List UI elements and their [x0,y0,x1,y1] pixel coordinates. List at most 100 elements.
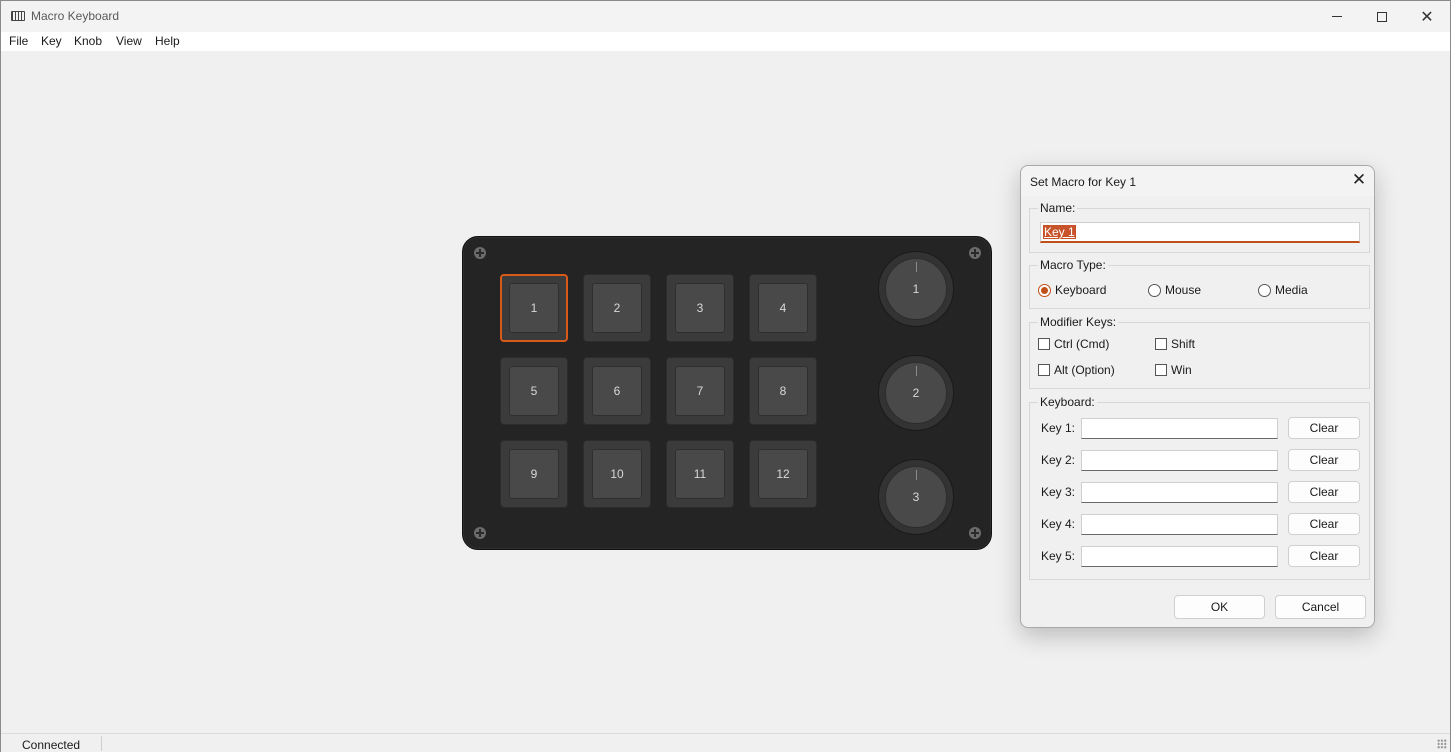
key-button-9[interactable]: 9 [500,440,568,508]
knob-indicator [916,366,917,376]
radio-icon [1258,283,1271,297]
radio-keyboard[interactable]: Keyboard [1038,283,1106,297]
checkbox-icon [1038,364,1050,376]
key-button-2[interactable]: 2 [583,274,651,342]
screw-icon [969,527,981,539]
checkbox-alt[interactable]: Alt (Option) [1038,363,1115,377]
key5-clear-button[interactable]: Clear [1288,545,1360,567]
ok-button[interactable]: OK [1174,595,1265,619]
name-input[interactable]: Key 1 [1040,222,1360,243]
radio-label: Mouse [1165,283,1202,297]
key-button-12[interactable]: 12 [749,440,817,508]
maximize-button[interactable] [1359,1,1405,32]
keyboard-label: Keyboard: [1038,395,1097,409]
dialog-title-bar: Set Macro for Key 1 ✕ [1021,166,1374,196]
knob-label: 2 [912,386,920,400]
key-button-6[interactable]: 6 [583,357,651,425]
key-label: 5 [509,366,559,416]
main-window: Macro Keyboard ✕ File Key Knob View Help… [0,0,1451,752]
key-label: 11 [675,449,725,499]
key3-field[interactable] [1081,482,1278,503]
screw-icon [969,247,981,259]
screw-icon [474,527,486,539]
radio-label: Media [1275,283,1308,297]
key2-clear-button[interactable]: Clear [1288,449,1360,471]
key-label: 8 [758,366,808,416]
title-bar: Macro Keyboard ✕ [1,1,1450,32]
cancel-button[interactable]: Cancel [1275,595,1366,619]
key-button-5[interactable]: 5 [500,357,568,425]
key-row-label: Key 2: [1041,453,1076,467]
key1-clear-button[interactable]: Clear [1288,417,1360,439]
keyboard-icon [11,11,25,21]
key-button-4[interactable]: 4 [749,274,817,342]
checkbox-label: Win [1171,363,1192,377]
checkbox-ctrl[interactable]: Ctrl (Cmd) [1038,337,1109,351]
key5-field[interactable] [1081,546,1278,567]
menu-view[interactable]: View [116,34,142,48]
knob-3[interactable]: 3 [878,459,954,535]
radio-label: Keyboard [1055,283,1107,297]
radio-media[interactable]: Media [1258,283,1308,297]
keyboard-group: Keyboard: Key 1: Clear Key 2: Clear Key … [1029,395,1370,580]
menu-help[interactable]: Help [155,34,180,48]
set-macro-dialog: Set Macro for Key 1 ✕ Name: Key 1 Macro … [1020,165,1375,628]
checkbox-icon [1038,338,1050,350]
key-row-label: Key 4: [1041,517,1076,531]
key-button-10[interactable]: 10 [583,440,651,508]
window-title: Macro Keyboard [31,9,120,23]
dialog-close-icon[interactable]: ✕ [1347,171,1371,191]
checkbox-icon [1155,364,1167,376]
menu-key[interactable]: Key [41,34,62,48]
connection-status: Connected [22,738,81,752]
modifier-keys-group: Modifier Keys: Ctrl (Cmd) Shift Alt (Opt… [1029,315,1370,389]
macro-type-label: Macro Type: [1038,258,1108,272]
checkbox-label: Shift [1171,337,1196,351]
key-label: 4 [758,283,808,333]
key-button-11[interactable]: 11 [666,440,734,508]
key-button-8[interactable]: 8 [749,357,817,425]
maximize-icon [1377,11,1387,22]
status-bar: Connected [1,733,1450,752]
key-label: 6 [592,366,642,416]
key2-field[interactable] [1081,450,1278,471]
menu-file[interactable]: File [9,34,28,48]
close-button[interactable]: ✕ [1404,1,1450,32]
radio-checked-icon [1038,283,1051,297]
knob-indicator [916,470,917,480]
name-label: Name: [1038,201,1078,215]
key-button-1[interactable]: 1 [500,274,568,342]
key-row-label: Key 3: [1041,485,1076,499]
dialog-title: Set Macro for Key 1 [1030,175,1137,189]
radio-icon [1148,283,1161,297]
key3-clear-button[interactable]: Clear [1288,481,1360,503]
knob-face: 2 [885,362,947,424]
knob-2[interactable]: 2 [878,355,954,431]
menu-knob[interactable]: Knob [74,34,102,48]
key-row-label: Key 1: [1041,421,1076,435]
knob-label: 1 [912,282,920,296]
key1-field[interactable] [1081,418,1278,439]
key-button-7[interactable]: 7 [666,357,734,425]
macro-keyboard-device: 1 2 3 4 5 6 7 8 9 10 11 12 1 2 3 [462,236,992,550]
key4-clear-button[interactable]: Clear [1288,513,1360,535]
menu-bar: File Key Knob View Help [1,32,1450,51]
knob-1[interactable]: 1 [878,251,954,327]
checkbox-win[interactable]: Win [1155,363,1192,377]
key-label: 9 [509,449,559,499]
key-label: 1 [509,283,559,333]
minimize-button[interactable] [1314,1,1360,32]
key-label: 12 [758,449,808,499]
macro-type-group: Macro Type: Keyboard Mouse Media [1029,258,1370,309]
checkbox-label: Alt (Option) [1054,363,1115,377]
name-group: Name: Key 1 [1029,201,1370,253]
resize-grip-icon[interactable] [1437,739,1447,749]
key-row-label: Key 5: [1041,549,1076,563]
knob-indicator [916,262,917,272]
key4-field[interactable] [1081,514,1278,535]
checkbox-shift[interactable]: Shift [1155,337,1195,351]
radio-mouse[interactable]: Mouse [1148,283,1201,297]
key-label: 10 [592,449,642,499]
name-value: Key 1 [1043,225,1076,239]
key-button-3[interactable]: 3 [666,274,734,342]
